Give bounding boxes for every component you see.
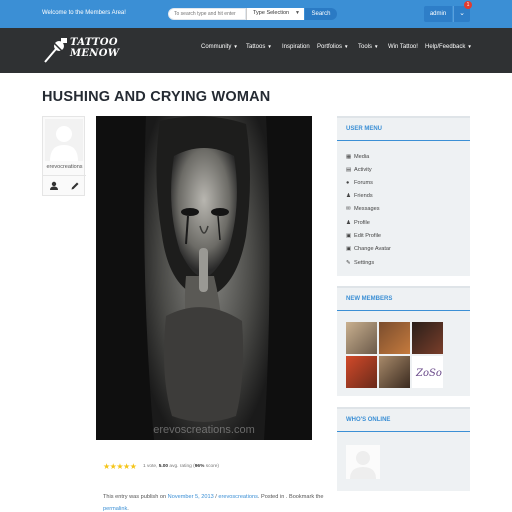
media-icon: ▦ — [346, 154, 352, 160]
page-title: HUSHING AND CRYING WOMAN — [42, 89, 271, 105]
logo-text-top: TATTOO — [70, 37, 118, 48]
tattoo-illustration — [96, 116, 312, 440]
user-icon[interactable] — [48, 180, 60, 192]
star-rating-icons[interactable]: ★★★★★ — [103, 462, 137, 471]
search-box[interactable] — [168, 8, 246, 20]
nav-item-tattoos[interactable]: Tattoos ▼ — [246, 44, 272, 50]
user-menu-item-messages[interactable]: ✉ Messages — [346, 206, 380, 212]
nav-item-inspiration[interactable]: Inspiration — [282, 44, 310, 50]
avatar-placeholder-icon — [350, 451, 376, 479]
nav-item-portfolios[interactable]: Portfolios ▼ — [317, 44, 348, 50]
nav-item-tools[interactable]: Tools ▼ — [358, 44, 378, 50]
whos-online-widget: WHO'S ONLINE — [337, 407, 470, 491]
welcome-text: Welcome to the Members Area! — [42, 10, 126, 16]
entry-meta: This entry was publish on November 5, 20… — [103, 494, 324, 512]
users-icon: ♟ — [346, 193, 351, 199]
wrench-icon: ✎ — [346, 260, 351, 266]
user-menu-item-settings[interactable]: ✎ Settings — [346, 260, 374, 266]
new-members-widget: NEW MEMBERS ZoSo — [337, 286, 470, 396]
user-menu-item-activity[interactable]: ▤ Activity — [346, 167, 372, 173]
widget-divider — [337, 431, 470, 432]
tattoo-machine-icon — [44, 38, 67, 63]
type-selection-label: Type Selection — [253, 10, 290, 16]
new-members-title: NEW MEMBERS — [346, 296, 393, 302]
widget-divider — [337, 310, 470, 311]
notification-badge[interactable]: 1 — [464, 1, 472, 9]
user-menu-item-friends[interactable]: ♟ Friends — [346, 193, 373, 199]
member-avatar[interactable] — [346, 322, 377, 354]
chevron-down-icon: ▼ — [344, 44, 349, 49]
nav-item-community[interactable]: Community ▼ — [201, 44, 238, 50]
user-menu-item-edit-profile[interactable]: ▣ Edit Profile — [346, 233, 381, 239]
rating-percent: 96% — [194, 464, 205, 469]
type-selection-dropdown[interactable]: Type Selection ▼ — [246, 8, 304, 20]
admin-button[interactable]: admin — [424, 6, 452, 22]
author-actions — [43, 175, 86, 195]
rating-text: 1 vote, 5.00 avg. rating (96% score) — [143, 464, 220, 469]
member-avatar[interactable] — [346, 356, 377, 388]
user-menu-widget: USER MENU ▦ Media ▤ Activity ● Forums ♟ Frie… — [337, 116, 470, 276]
widget-divider — [337, 140, 470, 141]
top-bar: Welcome to the Members Area! Type Select… — [0, 0, 512, 28]
member-avatar[interactable] — [379, 356, 410, 388]
search-input[interactable] — [169, 9, 245, 19]
id-card-icon: ▣ — [346, 233, 352, 239]
member-avatar[interactable]: ZoSo — [412, 356, 443, 388]
author-card: erevocreations — [42, 116, 86, 196]
rating-score: 5.00 — [158, 464, 169, 469]
online-user-avatar[interactable] — [346, 445, 380, 479]
nav-item-win-tattoo[interactable]: Win Tattoo! — [388, 44, 418, 50]
nav-item-help-feedback[interactable]: Help/Feedback ▼ — [425, 44, 472, 50]
zoso-logo-icon: ZoSo — [415, 368, 442, 379]
user-menu-item-forums[interactable]: ● Forums — [346, 180, 373, 186]
avatar-placeholder-icon — [50, 126, 78, 161]
author-avatar[interactable] — [45, 119, 83, 161]
post-date-link[interactable]: November 5, 2013 — [168, 494, 214, 500]
user-menu-item-change-avatar[interactable]: ▣ Change Avatar — [346, 246, 391, 252]
logo-text-bottom: MENOW — [70, 48, 120, 59]
envelope-icon: ✉ — [346, 206, 351, 212]
user-icon: ♟ — [346, 220, 351, 226]
image-watermark: erevoscreations.com — [153, 424, 255, 436]
user-menu-title: USER MENU — [346, 126, 383, 132]
picture-icon: ▣ — [346, 246, 352, 252]
tattoo-photo[interactable]: erevoscreations.com — [96, 116, 312, 440]
chevron-down-icon: ▼ — [267, 44, 272, 49]
chevron-down-icon: ▼ — [233, 44, 238, 49]
author-name[interactable]: erevocreations — [43, 164, 86, 170]
svg-text:ZoSo: ZoSo — [415, 368, 442, 379]
activity-icon: ▤ — [346, 167, 352, 173]
post-author-link[interactable]: erevoscreations — [218, 494, 258, 500]
member-avatar[interactable] — [412, 322, 443, 354]
search-button[interactable]: Search — [305, 8, 337, 20]
user-menu-item-media[interactable]: ▦ Media — [346, 154, 369, 160]
site-logo[interactable]: TATTOO MENOW — [42, 35, 132, 67]
user-menu-item-profile[interactable]: ♟ Profile — [346, 220, 370, 226]
chevron-down-icon: ▼ — [374, 44, 379, 49]
chat-bubble-icon: ● — [346, 180, 350, 186]
whos-online-title: WHO'S ONLINE — [346, 417, 391, 423]
pencil-icon[interactable] — [69, 180, 81, 192]
permalink-link[interactable]: permalink — [103, 506, 127, 512]
chevron-down-icon: ▼ — [467, 44, 472, 49]
member-avatar[interactable] — [379, 322, 410, 354]
chevron-down-icon: ▼ — [295, 10, 300, 16]
